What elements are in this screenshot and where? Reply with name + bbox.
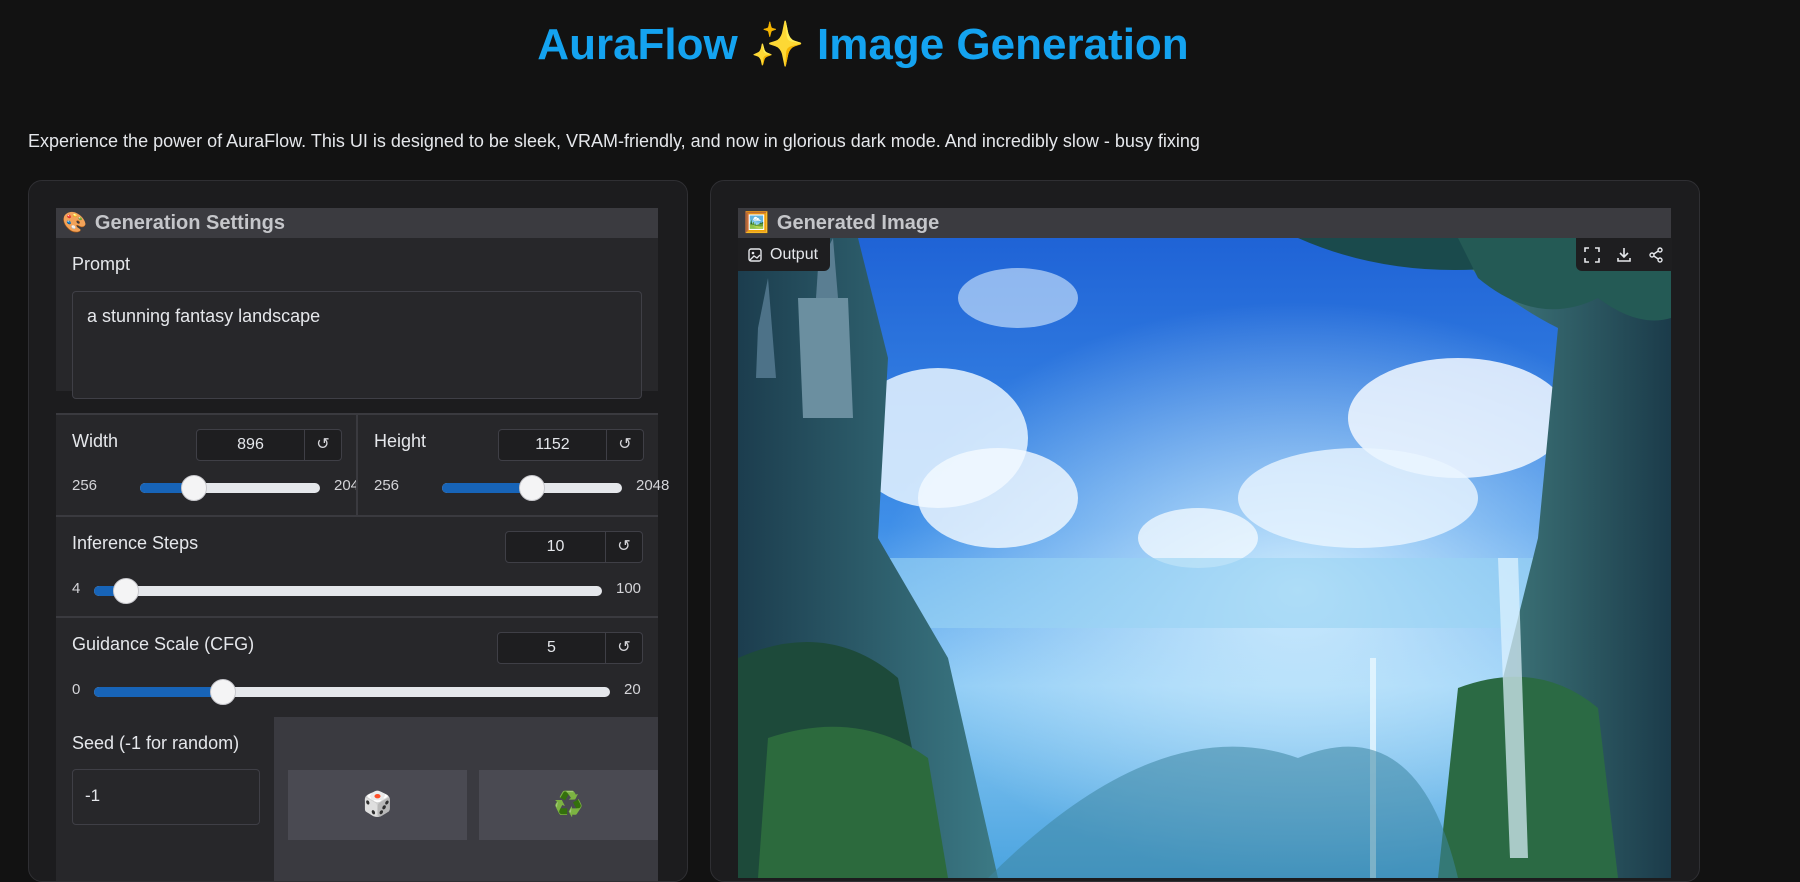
height-block: Height 1152 ↺ 256 2048 bbox=[358, 415, 669, 515]
cfg-value[interactable]: 5 bbox=[498, 633, 605, 663]
width-number-input[interactable]: 896 ↺ bbox=[196, 429, 342, 461]
title-text-left: AuraFlow bbox=[537, 20, 738, 69]
height-slider[interactable] bbox=[442, 475, 622, 501]
fantasy-landscape-image bbox=[738, 238, 1671, 878]
width-block: Width 896 ↺ 256 2048 bbox=[56, 415, 367, 515]
palette-icon: 🎨 bbox=[62, 212, 87, 234]
download-icon[interactable] bbox=[1608, 238, 1640, 271]
page-title: AuraFlow ✨ Image Generation bbox=[0, 18, 1726, 70]
cfg-max: 20 bbox=[624, 681, 641, 698]
cfg-reset-icon[interactable]: ↺ bbox=[605, 633, 642, 663]
random-seed-button[interactable]: 🎲 bbox=[288, 770, 467, 840]
dice-icon: 🎲 bbox=[362, 791, 393, 818]
settings-panel: 🎨 Generation Settings Prompt a stunning f… bbox=[28, 180, 688, 882]
width-slider-thumb[interactable] bbox=[181, 475, 207, 501]
seed-label: Seed (-1 for random) bbox=[72, 733, 240, 753]
prompt-textarea[interactable]: a stunning fantasy landscape bbox=[72, 291, 642, 399]
steps-slider-thumb[interactable] bbox=[112, 578, 139, 604]
cfg-number-input[interactable]: 5 ↺ bbox=[497, 632, 643, 664]
prompt-block: Prompt a stunning fantasy landscape bbox=[56, 238, 658, 399]
output-label: Output bbox=[770, 246, 819, 263]
width-label: Width bbox=[72, 431, 119, 451]
steps-reset-icon[interactable]: ↺ bbox=[605, 532, 642, 562]
output-label-tag: Output bbox=[738, 238, 831, 271]
cfg-slider-fill bbox=[94, 687, 223, 697]
image-icon bbox=[748, 247, 762, 262]
output-header: 🖼️ Generated Image bbox=[738, 208, 1671, 238]
output-header-label: Generated Image bbox=[776, 212, 940, 234]
width-slider[interactable] bbox=[140, 475, 320, 501]
share-icon[interactable] bbox=[1640, 238, 1672, 271]
cfg-min: 0 bbox=[72, 681, 81, 698]
height-value[interactable]: 1152 bbox=[499, 430, 606, 460]
steps-number-input[interactable]: 10 ↺ bbox=[505, 531, 643, 563]
output-panel: 🖼️ Generated Image Output bbox=[710, 180, 1700, 882]
height-number-input[interactable]: 1152 ↺ bbox=[498, 429, 644, 461]
seed-block: Seed (-1 for random) -1 bbox=[56, 717, 274, 881]
fullscreen-icon[interactable] bbox=[1576, 238, 1608, 271]
width-reset-icon[interactable]: ↺ bbox=[304, 430, 341, 460]
picture-icon: 🖼️ bbox=[744, 212, 769, 234]
steps-label: Inference Steps bbox=[72, 533, 199, 553]
prompt-label: Prompt bbox=[72, 254, 131, 274]
width-value[interactable]: 896 bbox=[197, 430, 304, 460]
sparkle-icon: ✨ bbox=[749, 20, 805, 69]
recycle-icon: ♻️ bbox=[553, 791, 584, 818]
cfg-slider[interactable] bbox=[94, 679, 610, 705]
height-slider-thumb[interactable] bbox=[519, 475, 545, 501]
cfg-label: Guidance Scale (CFG) bbox=[72, 634, 255, 654]
steps-value[interactable]: 10 bbox=[506, 532, 605, 562]
reuse-seed-button[interactable]: ♻️ bbox=[479, 770, 658, 840]
settings-header: 🎨 Generation Settings bbox=[56, 208, 658, 238]
cfg-slider-thumb[interactable] bbox=[210, 679, 236, 705]
steps-min: 4 bbox=[72, 580, 81, 597]
steps-block: Inference Steps 10 ↺ 4 100 bbox=[56, 517, 658, 616]
steps-max: 100 bbox=[616, 580, 642, 597]
image-toolbar bbox=[1576, 238, 1672, 271]
steps-slider[interactable] bbox=[94, 578, 602, 604]
height-label: Height bbox=[374, 431, 427, 451]
page-description: Experience the power of AuraFlow. This U… bbox=[28, 131, 1200, 151]
width-min: 256 bbox=[72, 477, 98, 494]
height-min: 256 bbox=[374, 477, 400, 494]
height-max: 2048 bbox=[636, 477, 670, 494]
settings-header-label: Generation Settings bbox=[94, 212, 285, 234]
cfg-block: Guidance Scale (CFG) 5 ↺ 0 20 bbox=[56, 618, 658, 717]
seed-input[interactable]: -1 bbox=[72, 769, 260, 825]
title-text-right: Image Generation bbox=[817, 20, 1189, 69]
generated-image[interactable] bbox=[738, 238, 1671, 878]
height-reset-icon[interactable]: ↺ bbox=[606, 430, 643, 460]
